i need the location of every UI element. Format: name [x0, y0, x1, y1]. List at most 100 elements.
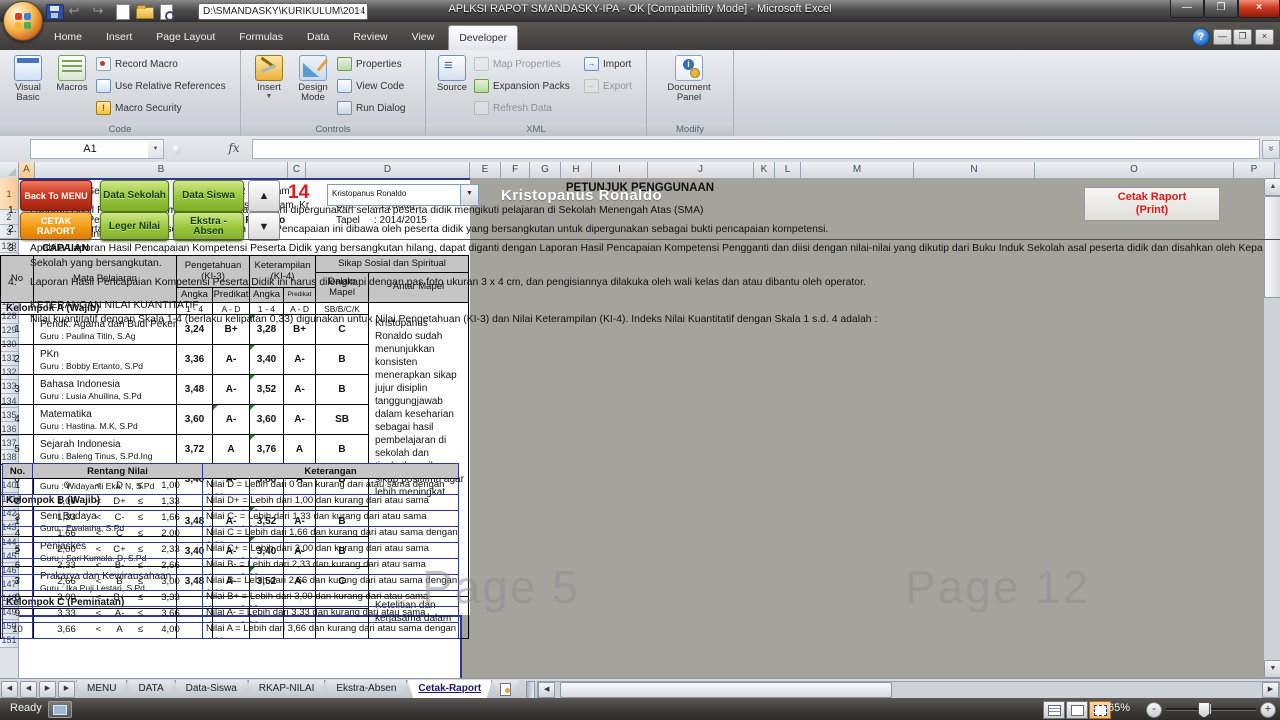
print-raport-button[interactable]: Cetak Raport (Print)	[1084, 187, 1220, 221]
sheet-tab-data[interactable]: DATA	[127, 680, 174, 699]
workbook-minimize-button[interactable]: —	[1213, 29, 1232, 45]
nilai-keterangan[interactable]: Nilai A- = Lebih dari 3,33 dan kurang da…	[202, 606, 459, 623]
sheet-tab-data-siswa[interactable]: Data-Siswa	[175, 680, 248, 699]
insert-dropdown-icon[interactable]: ▼	[247, 93, 291, 100]
page-layout-view-button[interactable]	[1066, 701, 1088, 719]
nilai-rentang[interactable]: 3,33 < A- ≤3,66	[32, 606, 203, 623]
expansion-packs-button[interactable]: Expansion Packs	[474, 76, 570, 96]
sikap-dalam-mapel[interactable]: SB	[315, 404, 370, 435]
minimize-button[interactable]: —	[1170, 0, 1204, 18]
cetak-raport-button[interactable]: CETAK RAPORT	[20, 212, 92, 240]
workbook-close-button[interactable]: ×	[1255, 29, 1274, 45]
next-sheet-icon[interactable]: ▶	[39, 681, 56, 698]
use-relative-references-button[interactable]: Use Relative References	[96, 76, 226, 96]
ribbon-tab-insert[interactable]: Insert	[96, 25, 142, 49]
zoom-in-icon[interactable]: +	[1260, 702, 1276, 718]
close-button[interactable]: ×	[1238, 0, 1280, 18]
column-header-E[interactable]: E	[470, 162, 501, 178]
vertical-scrollbar[interactable]: ▲ ▼	[1263, 178, 1280, 678]
maximize-button[interactable]: ❐	[1204, 0, 1238, 18]
data-sekolah-button[interactable]: Data Sekolah	[100, 180, 169, 212]
horizontal-scrollbar[interactable]: ◀ ▶	[537, 681, 1280, 699]
select-all-corner[interactable]	[0, 162, 19, 178]
column-header-C[interactable]: C	[288, 162, 306, 178]
last-sheet-icon[interactable]: ▶	[58, 681, 75, 698]
ki4-predikat[interactable]: A-	[283, 344, 317, 375]
subject-cell[interactable]: Sejarah Indonesia Guru : Baleng Tinus, S.…	[33, 434, 177, 465]
sikap-dalam-mapel[interactable]: B	[315, 344, 370, 375]
document-panel-button[interactable]: Document Panel	[667, 52, 711, 121]
zoom-out-icon[interactable]: -	[1146, 702, 1162, 718]
column-header-L[interactable]: L	[775, 162, 801, 178]
insert-worksheet-tab[interactable]	[492, 680, 518, 698]
first-sheet-icon[interactable]: ◀	[1, 681, 18, 698]
data-siswa-button[interactable]: Data Siswa	[173, 180, 244, 212]
ekstra-absen-button[interactable]: Ekstra - Absen	[173, 212, 244, 241]
open-icon[interactable]	[136, 5, 154, 19]
ki4-angka[interactable]: 3,52	[249, 374, 285, 405]
column-header-B[interactable]: B	[35, 162, 288, 178]
scroll-down-spin-button[interactable]: ▼	[248, 212, 280, 241]
nilai-no[interactable]: 10	[2, 622, 33, 639]
sheet-tab-menu[interactable]: MENU	[76, 680, 127, 699]
column-header-J[interactable]: J	[648, 162, 754, 178]
subject-cell[interactable]: Bahasa Indonesia Guru : Lusia Ahuilina, S…	[33, 374, 177, 405]
ki4-angka[interactable]: 3,76	[249, 434, 285, 465]
ki3-predikat[interactable]: A-	[211, 404, 251, 435]
new-document-icon[interactable]	[116, 4, 130, 20]
import-button[interactable]: Import	[584, 54, 631, 74]
previous-sheet-icon[interactable]: ◀	[20, 681, 37, 698]
ki3-predikat[interactable]: A-	[211, 374, 251, 405]
macros-button[interactable]: Macros	[50, 52, 94, 121]
ribbon-tab-view[interactable]: View	[402, 25, 445, 49]
workbook-restore-button[interactable]: ❐	[1233, 29, 1252, 45]
back-to-menu-button[interactable]: Back To MENU	[20, 180, 92, 211]
subject-cell[interactable]: PKn Guru : Bobby Ertanto, S.Pd	[33, 344, 177, 375]
source-button[interactable]: Source	[430, 52, 474, 121]
sheet-tab-cetak-raport[interactable]: Cetak-Raport	[407, 680, 492, 699]
qat-customize-icon[interactable]: ▼	[356, 6, 365, 16]
scroll-left-icon[interactable]: ◀	[538, 682, 556, 698]
name-box[interactable]: A1	[30, 139, 150, 159]
sheet-tab-rkap-nilai[interactable]: RKAP-NILAI	[248, 680, 326, 699]
subject-number[interactable]: 3	[0, 374, 34, 405]
ki4-angka[interactable]: 3,40	[249, 344, 285, 375]
nilai-rentang[interactable]: 3,66 < A ≤4,00	[32, 622, 203, 639]
scroll-right-icon[interactable]: ▶	[1262, 682, 1279, 698]
column-header-D[interactable]: D	[306, 162, 470, 178]
macro-record-status-icon[interactable]	[48, 701, 72, 718]
zoom-slider-track[interactable]	[1166, 708, 1256, 710]
name-box-dropdown-icon[interactable]: ▼	[148, 139, 164, 159]
office-button[interactable]	[3, 1, 43, 41]
ki3-angka[interactable]: 3,36	[176, 344, 213, 375]
student-dropdown[interactable]: Kristopanus Ronaldo ▼	[327, 184, 479, 206]
vertical-scroll-thumb[interactable]	[1264, 196, 1280, 298]
sikap-dalam-mapel[interactable]: B	[315, 374, 370, 405]
column-header-K[interactable]: K	[754, 162, 775, 178]
student-dropdown-arrow-icon[interactable]: ▼	[460, 185, 478, 205]
column-header-I[interactable]: I	[592, 162, 648, 178]
column-header-N[interactable]: N	[914, 162, 1035, 178]
ribbon-tab-developer[interactable]: Developer	[448, 25, 519, 50]
column-header-O[interactable]: O	[1035, 162, 1234, 178]
ribbon-tab-data[interactable]: Data	[297, 25, 339, 49]
scroll-up-spin-button[interactable]: ▲	[248, 180, 280, 212]
visual-basic-button[interactable]: Visual Basic	[6, 52, 50, 121]
design-mode-button[interactable]: Design Mode	[291, 52, 335, 121]
scroll-up-icon[interactable]: ▲	[1264, 178, 1280, 196]
column-header-F[interactable]: F	[501, 162, 530, 178]
ribbon-tab-home[interactable]: Home	[44, 25, 92, 49]
column-header-H[interactable]: H	[561, 162, 592, 178]
help-icon[interactable]: ?	[1192, 28, 1210, 46]
ki3-angka[interactable]: 3,48	[176, 374, 213, 405]
scroll-down-icon[interactable]: ▼	[1264, 660, 1280, 678]
column-header-G[interactable]: G	[530, 162, 561, 178]
file-path-box[interactable]: D:\SMANDASKY\KURIKULUM\2014 ▼	[198, 3, 368, 20]
insert-function-button[interactable]: fx	[220, 139, 248, 157]
formula-input[interactable]	[252, 139, 1260, 159]
tab-scroll-splitter[interactable]	[526, 681, 536, 699]
leger-nilai-button[interactable]: Leger Nilai	[100, 212, 169, 241]
column-header-M[interactable]: M	[801, 162, 914, 178]
view-code-button[interactable]: View Code	[337, 76, 404, 96]
macro-security-button[interactable]: Macro Security	[96, 98, 182, 118]
